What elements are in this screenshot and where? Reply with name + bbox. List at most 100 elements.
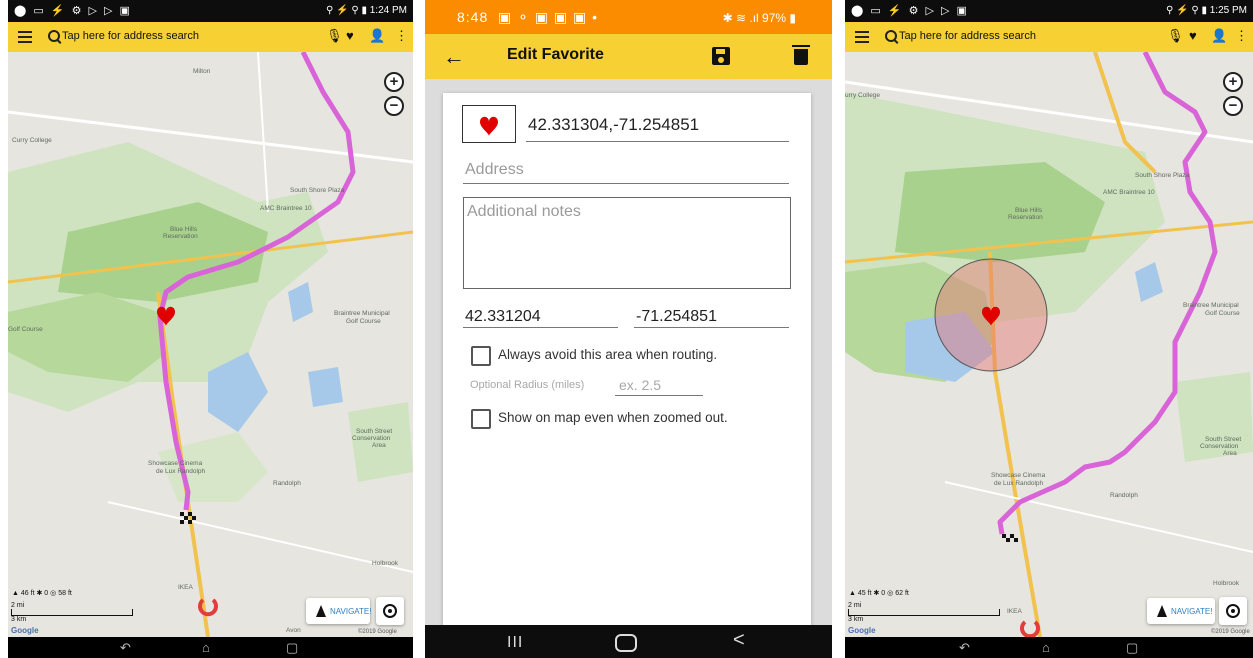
google-logo: Google [11,626,39,635]
status-icons: ⬤ ▭ ⚡ ⚙ ▷ ▷ ▣ [14,5,132,17]
search-bar[interactable]: Tap here for address search 🎙 ♥ 👤 ⋮ [845,22,1253,52]
stats-readout: ▲ 45 ft ✱ 0 ◎ 62 ft [849,589,909,597]
navigate-button[interactable]: NAVIGATE! [1147,598,1215,624]
scale-miles: 2 mi [11,602,25,609]
avoid-area-checkbox[interactable] [471,346,491,366]
radius-label: Optional Radius (miles) [470,379,585,391]
map-label-area: Area [1223,450,1237,457]
microphone-icon[interactable]: 🎙 [326,28,343,44]
my-location-button[interactable] [1219,597,1247,625]
map-label-conservation: Conservation [1200,443,1239,450]
status-battery: ✱ ≋ .ıl 97% ▮ [722,11,796,25]
navigate-arrow-icon [316,605,326,617]
pond [1135,262,1163,302]
notes-textarea[interactable]: Additional notes [463,197,791,289]
map-label-randolph: Randolph [273,480,301,487]
map-label-golf-course-right: Golf Course [1205,310,1240,317]
status-clock: ⚲ ⚡ ⚲ ▮ 1:25 PM [1166,5,1247,16]
map-scale: 2 mi 3 km [11,602,133,623]
back-icon[interactable]: < [733,629,745,652]
favorite-name-input[interactable]: 42.331304,-71.254851 [528,115,699,135]
recents-icon[interactable]: ▢ [286,640,298,656]
pond-2 [308,367,343,407]
map-label-de-lux: de Lux Randolph [994,480,1044,487]
pond [288,282,313,322]
status-bar: ⬤ ▭ ⚡ ⚙ ▷ ▷ ▣ ⚲ ⚡ ⚲ ▮ 1:25 PM [845,0,1253,22]
status-bar: 8:48 ▣ ⚬ ▣ ▣ ▣ • ✱ ≋ .ıl 97% ▮ [425,0,832,34]
menu-icon[interactable] [855,31,869,46]
more-options-icon[interactable]: ⋮ [1235,28,1248,44]
person-icon[interactable]: 👤 [1211,28,1227,44]
zoom-out-icon[interactable]: − [1223,96,1243,116]
home-icon[interactable]: ⌂ [202,640,210,655]
home-icon[interactable]: ⌂ [1042,640,1050,655]
scale-km: 3 km [11,616,27,623]
delete-icon[interactable] [792,45,810,65]
menu-icon[interactable] [18,31,32,46]
map-label-conservation: Conservation [352,435,391,442]
search-icon [48,30,60,42]
left-map-screen: ⬤ ▭ ⚡ ⚙ ▷ ▷ ▣ ⚲ ⚡ ⚲ ▮ 1:24 PM Tap here f… [8,0,413,658]
favorites-heart-icon[interactable]: ♥ [346,28,354,43]
map-label-randolph: Randolph [1110,492,1138,499]
more-options-icon[interactable]: ⋮ [395,28,408,44]
microphone-icon[interactable]: 🎙 [1167,28,1184,44]
zoom-in-icon[interactable]: + [1223,72,1243,92]
bike-count: 0 [881,590,886,597]
radius-underline [615,395,703,396]
right-map-screen: ⬤ ▭ ⚡ ⚙ ▷ ▷ ▣ ⚲ ⚡ ⚲ ▮ 1:25 PM Tap here f… [845,0,1253,658]
map-label-south-shore-plaza: South Shore Plaza [1135,172,1190,179]
my-location-icon [1226,604,1240,618]
target-icon: ◎ [887,590,894,597]
map-label-ikea: IKEA [178,584,193,591]
zoom-out-icon[interactable]: − [384,96,404,116]
map-label-golf-course-right: Golf Course [346,318,381,325]
map-view[interactable]: Milton Curry College South Shore Plaza A… [8,52,413,637]
road-3 [107,501,413,573]
search-placeholder[interactable]: Tap here for address search [62,30,199,42]
address-input[interactable]: Address [465,161,524,179]
bike-count: 0 [44,590,49,597]
map-label-golf-course-left: Golf Course [8,326,43,333]
navigate-button[interactable]: NAVIGATE! [306,598,372,624]
icon-picker-button[interactable] [462,105,516,143]
search-bar[interactable]: Tap here for address search 🎙 ♥ 👤 ⋮ [8,22,413,52]
home-icon[interactable] [615,634,637,652]
back-icon[interactable]: ↶ [120,640,131,656]
map-label-amc: AMC Braintree 10 [260,205,312,212]
stats-readout: ▲ 46 ft ✱ 0 ◎ 58 ft [12,589,72,597]
android-nav-bar: ↶ ⌂ ▢ [8,637,413,658]
google-logo: Google [848,626,876,635]
elevation-value: 45 ft [857,590,872,597]
show-zoomed-out-checkbox[interactable] [471,409,491,429]
longitude-input[interactable]: -71.254851 [636,308,717,326]
map-label-holbrook: Holbrook [1213,580,1240,587]
recents-icon[interactable]: ▢ [1126,640,1138,656]
map-label-blue-hills: Blue Hills [170,226,198,233]
save-icon[interactable] [712,47,730,65]
longitude-underline [634,327,789,328]
recents-icon[interactable]: III [507,634,523,652]
name-underline [526,141,789,142]
android-nav-bar: III < [425,625,832,658]
person-icon[interactable]: 👤 [369,28,385,44]
latitude-underline [463,327,618,328]
zoom-in-icon[interactable]: + [384,72,404,92]
map-label-ikea: IKEA [1007,608,1022,615]
back-arrow-icon[interactable]: ← [443,44,465,70]
map-label-holbrook: Holbrook [372,560,399,567]
search-placeholder[interactable]: Tap here for address search [899,30,1036,42]
map-canvas [8,52,413,637]
back-icon[interactable]: ↶ [959,640,970,656]
map-label-blue-hills: Blue Hills [1015,207,1043,214]
map-label-de-lux: de Lux Randolph [156,468,206,475]
radius-input[interactable]: ex. 2.5 [619,377,661,393]
map-view[interactable]: urry College South Shore Plaza AMC Brain… [845,52,1253,637]
favorites-heart-icon[interactable]: ♥ [1189,28,1197,43]
my-location-button[interactable] [376,597,404,625]
latitude-input[interactable]: 42.331204 [465,308,541,326]
show-zoomed-out-label: Show on map even when zoomed out. [498,410,728,425]
map-label-amc: AMC Braintree 10 [1103,189,1155,196]
map-label-reservation: Reservation [163,233,198,240]
road-2 [257,52,269,213]
